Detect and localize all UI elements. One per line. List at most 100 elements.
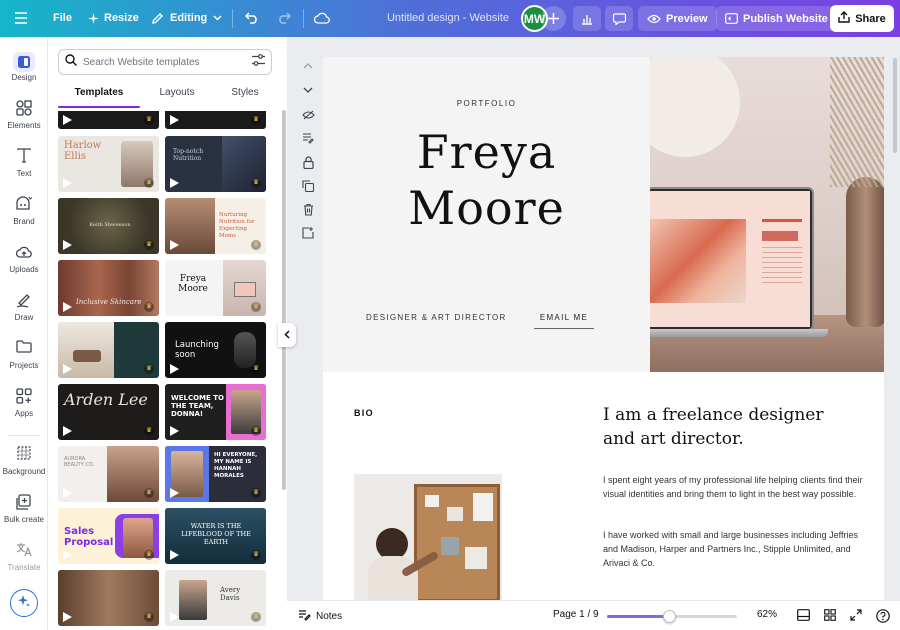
chevron-down-icon[interactable] [300,82,316,98]
chevron-left-icon [284,326,290,344]
page-notes-icon[interactable] [300,130,316,146]
cork-board [414,484,500,600]
panel-scrollbar[interactable] [282,110,286,490]
crown-icon: ♛ [144,488,154,498]
pages-view-icon[interactable] [797,609,810,621]
rail-item-text[interactable]: Text [0,148,48,178]
template-thumbnail[interactable]: Harlow Ellis ♛ [58,136,159,192]
rail-item-design[interactable]: Design [0,52,48,82]
rail-label: Uploads [9,265,39,274]
hide-page-icon[interactable] [300,107,316,123]
comments-button[interactable] [605,6,633,31]
filter-icon[interactable] [252,53,265,71]
delete-page-icon[interactable] [300,201,316,217]
template-thumbnail[interactable]: Keith Stevenson ♛ [58,198,159,254]
template-thumbnail[interactable]: ♛ [58,322,159,378]
rail-item-brand[interactable]: Brand [0,196,48,226]
zoom-level[interactable]: 62% [757,609,777,620]
hero-photo [650,57,884,372]
cloud-saved-icon[interactable] [314,5,330,31]
notes-label: Notes [316,611,343,622]
chevron-up-icon[interactable] [300,58,316,74]
tab-templates[interactable]: Templates [58,87,140,98]
search-input[interactable]: Search Website templates [83,57,246,68]
add-page-icon[interactable] [300,225,316,241]
thumbnail-title: Nurturing Nutrition for Expecting Moms [219,212,255,239]
share-button[interactable]: Share [830,5,894,32]
template-search[interactable]: Search Website templates [58,49,272,75]
redo-icon[interactable] [277,5,291,31]
tab-styles[interactable]: Styles [214,87,276,98]
template-thumbnail[interactable]: AURORA BEAUTY CO. ♛ [58,446,159,502]
undo-icon[interactable] [245,5,259,31]
website-page[interactable]: PORTFOLIO Freya Moore DESIGNER & ART DIR… [323,57,884,600]
grid-view-icon[interactable] [824,609,836,621]
bottom-status-bar: Notes Page 1 / 9 62% [287,600,900,630]
thumbnail-title: Sales Proposal [64,526,114,548]
toolbar-divider [303,9,304,28]
thumbnail-title: Harlow Ellis [64,140,102,162]
rail-item-background[interactable]: Background [0,446,48,476]
dried-palm-leaf [830,57,884,187]
zoom-slider[interactable] [607,610,737,623]
rail-item-apps[interactable]: Apps [0,388,48,418]
editing-mode-button[interactable]: Editing [151,5,222,31]
zoom-slider-handle[interactable] [663,610,677,623]
template-thumbnail[interactable]: HI EVERYONE, MY NAME IS HANNAH MORALES ♛ [165,446,266,502]
template-thumbnail[interactable]: ♛ [58,570,159,626]
hero-section: PORTFOLIO Freya Moore DESIGNER & ART DIR… [323,57,650,372]
tab-layouts[interactable]: Layouts [140,87,214,98]
fullscreen-icon[interactable] [850,609,862,621]
template-thumbnail[interactable]: ♛ [58,111,159,129]
rail-item-elements[interactable]: Elements [0,100,48,130]
add-collaborator-button[interactable] [541,6,566,31]
vase [846,177,884,327]
template-thumbnail[interactable]: WATER IS THE LIFEBLOOD OF THE EARTH ♛ [165,508,266,564]
file-menu-button[interactable]: File [53,5,72,31]
template-thumbnail[interactable]: Freya Moore ♛ [165,260,266,316]
rail-item-projects[interactable]: Projects [0,340,48,370]
publish-website-button[interactable]: Publish Website [716,6,837,31]
sparkle-icon [17,594,31,613]
note-card [441,537,459,555]
share-label: Share [855,12,886,25]
template-thumbnail[interactable]: Sales Proposal ♛ [58,508,159,564]
thumbnail-laptop [234,282,256,297]
insights-button[interactable] [573,6,601,31]
magic-assistant-button[interactable] [10,589,38,617]
laptop-heading-bar [762,231,798,241]
side-rail: Design Elements Text Brand Uploads Draw … [0,37,48,630]
template-thumbnail[interactable]: Launching soon ♛ [165,322,266,378]
crown-icon: ♛ [144,426,154,436]
bio-paragraph-1: I spent eight years of my professional l… [603,475,863,499]
notes-button[interactable]: Notes [298,609,342,624]
duplicate-page-icon[interactable] [300,178,316,194]
top-toolbar: File Resize Editing Untitled design - We… [0,0,900,37]
page-indicator[interactable]: Page 1 / 9 [553,609,599,620]
preview-button[interactable]: Preview [638,6,717,31]
email-me-link[interactable]: EMAIL ME [534,313,594,329]
menu-icon[interactable] [14,5,28,31]
bio-photo [354,474,502,600]
rail-item-bulk-create[interactable]: Bulk create [0,494,48,524]
help-icon[interactable] [876,609,890,623]
rail-label: Text [16,169,32,178]
template-thumbnail[interactable]: Avery Davis ♛ [165,570,266,626]
rail-label: Translate [7,563,41,572]
rail-item-uploads[interactable]: Uploads [0,244,48,274]
rail-item-draw[interactable]: Draw [0,292,48,322]
template-thumbnail[interactable]: Top-notch Nutrition ♛ [165,136,266,192]
thumbnail-title: HI EVERYONE, MY NAME IS HANNAH MORALES [214,452,258,479]
template-thumbnail[interactable]: WELCOME TO THE TEAM, DONNA! ♛ [165,384,266,440]
template-thumbnail[interactable]: ♛ [165,111,266,129]
design-title[interactable]: Untitled design - Website [368,6,528,31]
lock-icon[interactable] [300,154,316,170]
template-thumbnail[interactable]: Inclusive Skincare ♛ [58,260,159,316]
template-thumbnail[interactable]: Arden Lee ♛ [58,384,159,440]
resize-button[interactable]: Resize [88,5,139,31]
template-thumbnail[interactable]: Nurturing Nutrition for Expecting Moms ♛ [165,198,266,254]
collapse-panel-button[interactable] [278,323,296,347]
play-icon [63,178,72,188]
rail-item-translate[interactable]: Translate [0,542,48,572]
canvas-scrollbar[interactable] [893,58,897,153]
